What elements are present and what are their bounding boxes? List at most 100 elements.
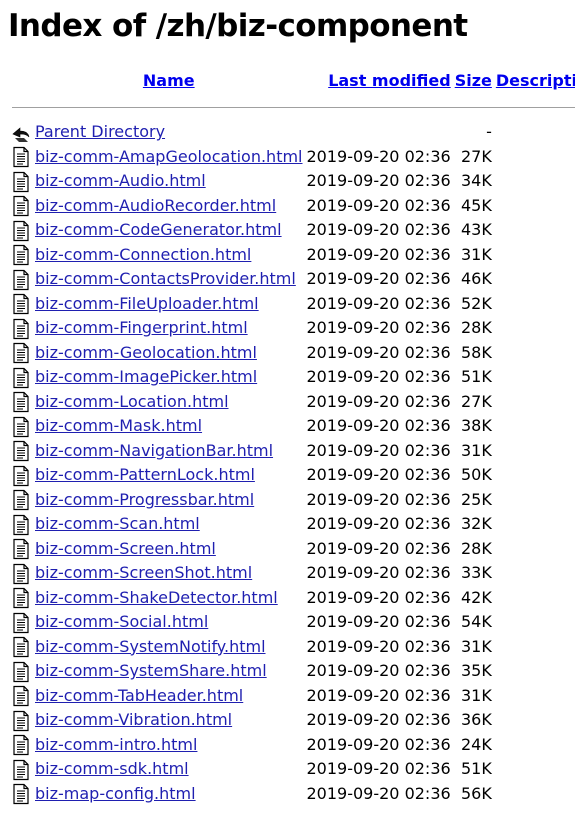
file-link[interactable]: biz-comm-AudioRecorder.html	[35, 196, 276, 215]
file-size: 54K	[461, 612, 492, 632]
file-link[interactable]: biz-comm-Geolocation.html	[35, 343, 257, 362]
parent-directory-link[interactable]: Parent Directory	[35, 122, 165, 141]
description-column-header: Description	[495, 69, 575, 93]
file-last-modified: 2019-09-20 02:36	[306, 685, 451, 705]
file-link[interactable]: biz-comm-Location.html	[35, 392, 229, 411]
text-file-icon	[11, 710, 31, 732]
file-description	[495, 611, 575, 634]
text-file-icon	[11, 612, 31, 634]
file-link[interactable]: biz-comm-CodeGenerator.html	[35, 220, 282, 239]
file-row: biz-comm-Progressbar.html 2019-09-20 02:3…	[11, 489, 575, 512]
text-file-icon	[11, 759, 31, 781]
file-link[interactable]: biz-comm-Screen.html	[35, 539, 216, 558]
text-file-icon	[11, 171, 31, 193]
file-description	[495, 170, 575, 193]
text-file-icon	[11, 465, 31, 487]
file-last-modified: 2019-09-20 02:36	[306, 636, 451, 656]
file-link[interactable]: biz-comm-Progressbar.html	[35, 490, 254, 509]
file-last-modified: 2019-09-20 02:36	[306, 734, 451, 754]
file-description	[495, 440, 575, 463]
file-description	[495, 415, 575, 438]
file-link[interactable]: biz-comm-AmapGeolocation.html	[35, 147, 303, 166]
file-size: 42K	[461, 587, 492, 607]
file-last-modified: 2019-09-20 02:36	[306, 783, 451, 803]
file-link[interactable]: biz-comm-sdk.html	[35, 759, 189, 778]
file-description	[495, 293, 575, 316]
file-size: 35K	[461, 661, 492, 681]
file-size: 31K	[461, 636, 492, 656]
file-description	[495, 464, 575, 487]
file-row: biz-comm-sdk.html 2019-09-20 02:36 51K	[11, 758, 575, 781]
file-link[interactable]: biz-comm-Connection.html	[35, 245, 251, 264]
file-link[interactable]: biz-comm-ScreenShot.html	[35, 563, 252, 582]
file-link[interactable]: biz-comm-ImagePicker.html	[35, 367, 257, 386]
size-column-header: Size	[454, 69, 493, 93]
file-link[interactable]: biz-comm-NavigationBar.html	[35, 441, 273, 460]
file-last-modified: 2019-09-20 02:36	[306, 489, 451, 509]
file-row: biz-comm-Connection.html 2019-09-20 02:36…	[11, 244, 575, 267]
listing-body: Parent Directory - biz-comm-AmapGeolocat…	[11, 121, 575, 805]
file-link[interactable]: biz-comm-FileUploader.html	[35, 294, 259, 313]
file-last-modified: 2019-09-20 02:36	[306, 342, 451, 362]
text-file-icon	[11, 514, 31, 536]
file-link[interactable]: biz-comm-SystemNotify.html	[35, 637, 266, 656]
file-link[interactable]: biz-comm-ShakeDetector.html	[35, 588, 278, 607]
file-last-modified: 2019-09-20 02:36	[306, 612, 451, 632]
file-link[interactable]: biz-comm-Vibration.html	[35, 710, 232, 729]
file-size: 33K	[461, 563, 492, 583]
file-size: 31K	[461, 685, 492, 705]
file-description	[495, 562, 575, 585]
file-link[interactable]: biz-map-config.html	[35, 784, 196, 803]
file-link[interactable]: biz-comm-SystemShare.html	[35, 661, 267, 680]
listing-header-row: Name Last modified Size Description	[11, 69, 575, 93]
text-file-icon	[11, 293, 31, 315]
icon-column-header	[11, 69, 32, 93]
file-description	[495, 342, 575, 365]
file-size: 56K	[461, 783, 492, 803]
file-size: 51K	[461, 367, 492, 387]
sort-by-last-modified-link[interactable]: Last modified	[328, 71, 451, 90]
file-link[interactable]: biz-comm-ContactsProvider.html	[35, 269, 296, 288]
sort-by-name-link[interactable]: Name	[143, 71, 195, 90]
file-link[interactable]: biz-comm-PatternLock.html	[35, 465, 255, 484]
sort-by-description-link[interactable]: Description	[496, 71, 575, 90]
file-description	[495, 219, 575, 242]
file-size: 31K	[461, 440, 492, 460]
file-size: 32K	[461, 514, 492, 534]
file-last-modified: 2019-09-20 02:36	[306, 514, 451, 534]
file-link[interactable]: biz-comm-Social.html	[35, 612, 208, 631]
file-description	[495, 758, 575, 781]
file-size: 31K	[461, 244, 492, 264]
file-link[interactable]: biz-comm-TabHeader.html	[35, 686, 243, 705]
file-size: 50K	[461, 465, 492, 485]
text-file-icon	[11, 416, 31, 438]
file-link[interactable]: biz-comm-Scan.html	[35, 514, 200, 533]
file-size: 24K	[461, 734, 492, 754]
file-size: 52K	[461, 293, 492, 313]
file-last-modified: 2019-09-20 02:36	[306, 563, 451, 583]
file-link[interactable]: biz-comm-Audio.html	[35, 171, 206, 190]
file-description	[495, 391, 575, 414]
file-description	[495, 146, 575, 169]
file-row: biz-comm-ImagePicker.html 2019-09-20 02:3…	[11, 366, 575, 389]
file-link[interactable]: biz-comm-Fingerprint.html	[35, 318, 248, 337]
sort-by-size-link[interactable]: Size	[455, 71, 492, 90]
last-modified-column-header: Last modified	[306, 69, 452, 93]
text-file-icon	[11, 685, 31, 707]
file-size: 38K	[461, 416, 492, 436]
text-file-icon	[11, 783, 31, 805]
file-link[interactable]: biz-comm-Mask.html	[35, 416, 202, 435]
text-file-icon	[11, 587, 31, 609]
file-row: biz-comm-ScreenShot.html 2019-09-20 02:36…	[11, 562, 575, 585]
file-size: 51K	[461, 759, 492, 779]
file-row: biz-comm-SystemNotify.html 2019-09-20 02:…	[11, 636, 575, 659]
file-last-modified: 2019-09-20 02:36	[306, 367, 451, 387]
header-divider-row	[11, 95, 575, 119]
file-link[interactable]: biz-comm-intro.html	[35, 735, 197, 754]
file-row: biz-comm-Audio.html 2019-09-20 02:36 34K	[11, 170, 575, 193]
file-size: 28K	[461, 538, 492, 558]
parent-directory-row: Parent Directory -	[11, 121, 575, 144]
file-size: 34K	[461, 171, 492, 191]
file-last-modified: 2019-09-20 02:36	[306, 440, 451, 460]
file-row: biz-comm-Scan.html 2019-09-20 02:36 32K	[11, 513, 575, 536]
